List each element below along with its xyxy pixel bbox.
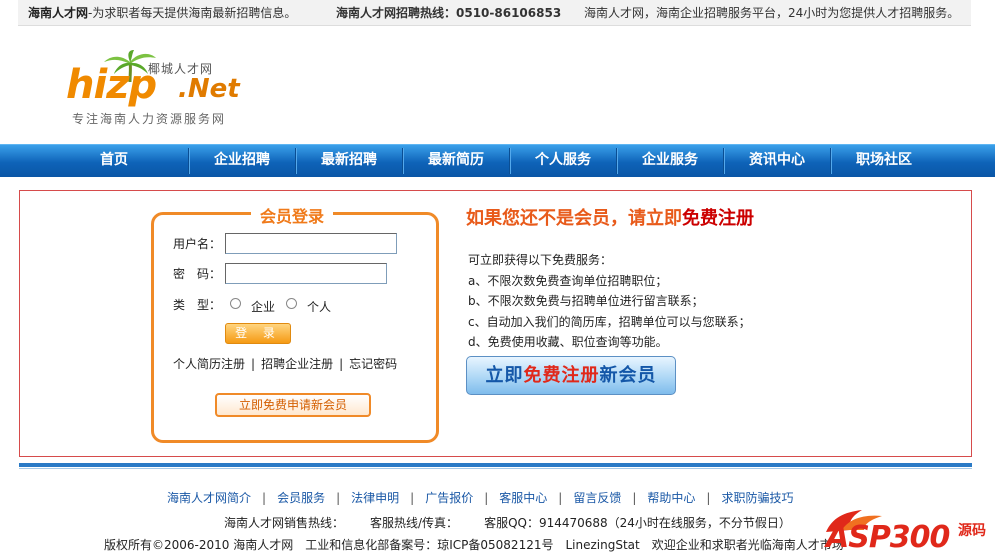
nav-item-personal-service[interactable]: 个人服务	[510, 145, 616, 177]
enterprise-register-link[interactable]: 招聘企业注册	[261, 357, 333, 371]
type-option-personal-label: 个人	[307, 300, 332, 314]
link-separator: |	[410, 491, 415, 505]
footer-sales-hotline: 海南人才网销售热线：	[224, 516, 345, 530]
footer-link-ad-price[interactable]: 广告报价	[425, 491, 473, 505]
link-separator: |	[262, 491, 267, 505]
link-separator: |	[632, 491, 637, 505]
nav-item-latest-jobs[interactable]: 最新招聘	[296, 145, 402, 177]
username-input[interactable]	[225, 233, 397, 254]
footer-link-support[interactable]: 客服中心	[499, 491, 547, 505]
footer-service-hotline: 客服热线/传真：	[370, 516, 459, 530]
footer-copyright: 版权所有©2006-2010 海南人才网 工业和信息化部备案号：琼ICP备0508…	[104, 536, 856, 553]
register-button-pre: 立即	[485, 365, 524, 386]
list-item: a、不限次数免费查询单位招聘职位；	[468, 273, 668, 288]
nav-item-home[interactable]: 首页	[41, 145, 187, 177]
apply-member-button[interactable]: 立即免费申请新会员	[215, 393, 371, 417]
password-label: 密 码：	[173, 267, 222, 281]
personal-resume-register-link[interactable]: 个人简历注册	[173, 357, 245, 371]
type-radio-enterprise[interactable]	[230, 298, 241, 309]
list-item: c、自动加入我们的简历库，招聘单位可以与您联系；	[468, 314, 751, 329]
logo-wordmark: hizp	[66, 62, 157, 108]
watermark-logo: ASP300 源码	[822, 504, 990, 556]
top-info-bar: 海南人才网-为求职者每天提供海南最新招聘信息。 海南人才网招聘热线：0510-8…	[18, 0, 971, 26]
link-separator: |	[251, 357, 256, 371]
register-headline-text: 如果您还不是会员，请立即	[466, 208, 682, 229]
footer-qq: 客服QQ：914470688（24小时在线服务，不分节假日）	[484, 516, 791, 530]
top-site-name: 海南人才网	[28, 6, 89, 20]
copyright-text: 版权所有©2006-2010 海南人才网	[104, 538, 294, 552]
watermark-text: ASP300	[826, 520, 950, 555]
top-site-intro: 海南人才网-为求职者每天提供海南最新招聘信息。	[28, 0, 296, 26]
watermark-source: 源码	[958, 523, 986, 539]
link-separator: |	[339, 357, 344, 371]
welcome-text: 欢迎企业和求职者光临海南人才市场	[651, 538, 844, 552]
link-separator: |	[558, 491, 563, 505]
top-hotline: 海南人才网招聘热线：0510-86106853	[336, 6, 562, 20]
benefits-list: 可立即获得以下免费服务： a、不限次数免费查询单位招聘职位； b、不限次数免费与…	[468, 250, 751, 353]
register-new-member-button[interactable]: 立即免费注册新会员	[466, 356, 676, 395]
footer-links: 海南人才网简介 | 会员服务 | 法律申明 | 广告报价 | 客服中心 | 留言反馈 | 帮助中心 | 求职…	[167, 489, 793, 506]
footer-link-feedback[interactable]: 留言反馈	[573, 491, 621, 505]
login-title: 会员登录	[251, 203, 334, 227]
login-links: 个人简历注册 | 招聘企业注册 | 忘记密码	[173, 355, 397, 372]
list-item: b、不限次数免费与招聘单位进行留言联系；	[468, 294, 704, 308]
site-logo[interactable]: 椰城人才网 hizp .Net 专注海南人力资源服务网	[66, 48, 266, 128]
logo-net-suffix: .Net	[178, 74, 240, 104]
login-button[interactable]: 登 录	[225, 323, 291, 344]
footer-link-anti-fraud[interactable]: 求职防骗技巧	[721, 491, 793, 505]
footer-divider-thin	[19, 468, 972, 469]
type-option-enterprise-label: 企业	[251, 300, 276, 314]
footer-link-member-service[interactable]: 会员服务	[277, 491, 325, 505]
footer-divider	[19, 463, 972, 467]
footer-contact: 海南人才网销售热线： 客服热线/传真： 客服QQ：914470688（24小时在线服…	[224, 514, 817, 531]
nav-item-news[interactable]: 资讯中心	[724, 145, 830, 177]
logo-tagline: 专注海南人力资源服务网	[72, 112, 227, 126]
password-input[interactable]	[225, 263, 387, 284]
icp-number[interactable]: 工业和信息化部备案号：琼ICP备05082121号	[305, 538, 553, 552]
forgot-password-link[interactable]: 忘记密码	[349, 357, 397, 371]
stat-link[interactable]: LinezingStat	[565, 538, 639, 552]
list-item: d、免费使用收藏、职位查询等功能。	[468, 335, 668, 349]
nav-item-jobs[interactable]: 企业招聘	[189, 145, 295, 177]
link-separator: |	[706, 491, 711, 505]
link-separator: |	[484, 491, 489, 505]
footer-link-about[interactable]: 海南人才网简介	[167, 491, 251, 505]
benefits-intro: 可立即获得以下免费服务：	[468, 253, 613, 267]
top-intro-text: -为求职者每天提供海南最新招聘信息。	[88, 6, 297, 20]
register-button-post: 新会员	[599, 365, 657, 386]
main-nav: 首页 企业招聘 最新招聘 最新简历 个人服务 企业服务 资讯中心 职场社区	[0, 144, 995, 177]
top-slogan: 海南人才网，海南企业招聘服务平台，24小时为您提供人才招聘服务。	[584, 6, 960, 20]
footer-link-legal[interactable]: 法律申明	[351, 491, 399, 505]
nav-item-latest-resumes[interactable]: 最新简历	[403, 145, 509, 177]
type-label: 类 型：	[173, 298, 222, 312]
nav-item-enterprise-service[interactable]: 企业服务	[617, 145, 723, 177]
footer-link-help[interactable]: 帮助中心	[647, 491, 695, 505]
nav-item-community[interactable]: 职场社区	[831, 145, 937, 177]
register-button-highlight: 免费注册	[523, 365, 600, 386]
username-label: 用户名：	[173, 237, 222, 251]
type-radio-personal[interactable]	[286, 298, 297, 309]
register-headline-highlight: 免费注册	[682, 208, 754, 229]
register-headline: 如果您还不是会员，请立即免费注册	[466, 204, 754, 230]
link-separator: |	[336, 491, 341, 505]
